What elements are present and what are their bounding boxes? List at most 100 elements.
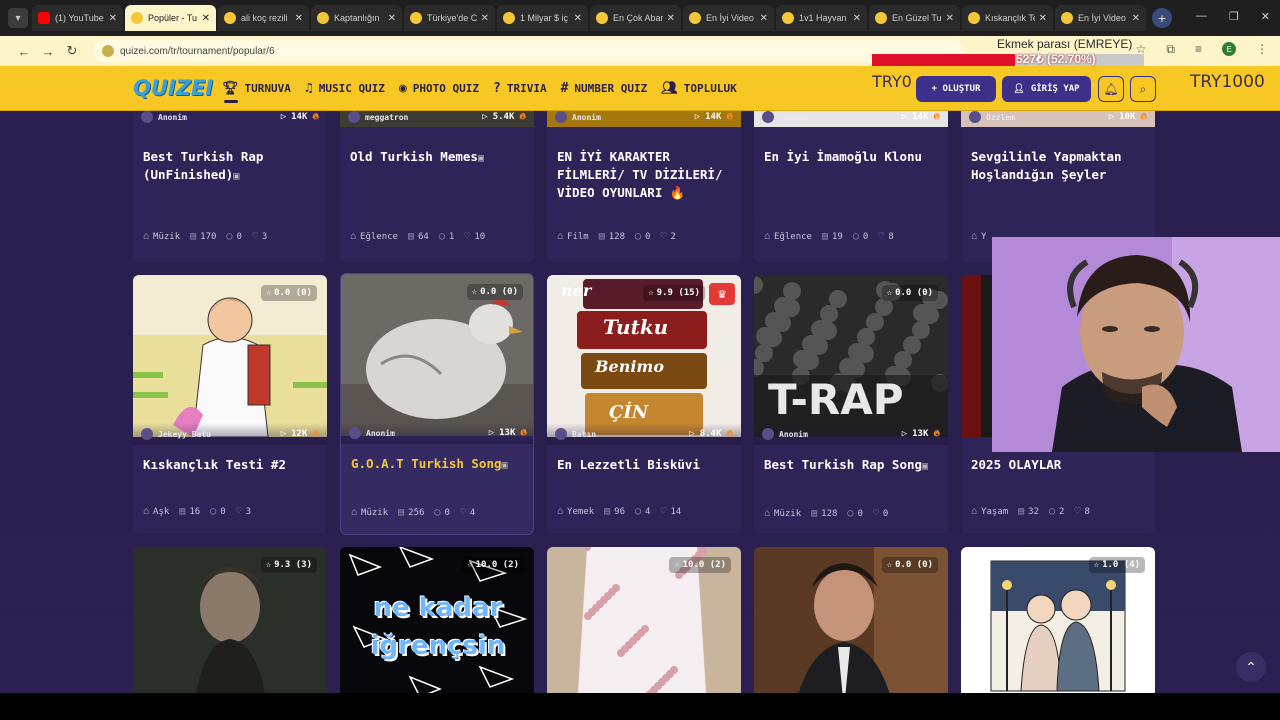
category-tag[interactable]: ⌂ Film: [557, 231, 589, 242]
tab-close-icon[interactable]: ✕: [295, 13, 303, 24]
comment-icon: ◯: [852, 231, 859, 242]
category-tag[interactable]: ⌂ Müzik: [143, 231, 180, 242]
browser-tab[interactable]: En İyi Video ✕: [683, 5, 774, 31]
stat-items-value: 19: [832, 231, 843, 242]
tag-icon: ⌂: [971, 231, 978, 242]
tournament-card[interactable]: ☆ 9.3 (3): [133, 547, 327, 693]
card-author[interactable]: Anonim: [349, 427, 395, 439]
tab-close-icon[interactable]: ✕: [1039, 13, 1047, 24]
tournament-card[interactable]: ☆ 0.0 (0) Jekeyy Batu ▷ 12K 🔥︎ Kıskançlık Test…: [133, 275, 327, 533]
scroll-to-top-button[interactable]: ⌃: [1236, 652, 1266, 682]
tab-close-icon[interactable]: ✕: [202, 13, 210, 24]
browser-tab[interactable]: En Çok Abar ✕: [590, 5, 681, 31]
forward-icon[interactable]: →: [36, 44, 60, 59]
tournament-card[interactable]: ☆ 0.0 (0) Anonim ▷ 13K 🔥︎ G.O.A.T Turkish Song…: [340, 273, 534, 535]
card-title[interactable]: 2025 OLAYLAR: [971, 456, 1147, 474]
tab-close-icon[interactable]: ✕: [1132, 13, 1140, 24]
category-tag[interactable]: ⌂ Yemek: [557, 506, 594, 517]
card-author[interactable]: Anonim: [762, 428, 808, 440]
browser-tab[interactable]: 1 Milyar $ iç ✕: [497, 5, 588, 31]
category-label: Müzik: [361, 507, 389, 518]
tournament-card[interactable]: ☆ 10.0 (2): [547, 547, 741, 693]
browser-tab[interactable]: Türkiye'de C ✕: [404, 5, 495, 31]
category-tag[interactable]: ⌂ Müzik: [351, 507, 388, 518]
card-title[interactable]: Best Turkish Rap (UnFinished) ▣: [143, 148, 319, 186]
card-author[interactable]: Ozzlem: [969, 111, 1015, 123]
browser-tab[interactable]: En Güzel Tu ✕: [869, 5, 960, 31]
card-author[interactable]: Anonim: [762, 111, 808, 123]
card-title[interactable]: EN İYİ KARAKTER FİLMLERİ/ TV DİZİLERİ/ V…: [557, 148, 733, 202]
url-field[interactable]: quizei.com/tr/tournament/popular/6: [94, 40, 964, 62]
tab-close-icon[interactable]: ✕: [946, 13, 954, 24]
browser-tab[interactable]: Kıskançlık Te ✕: [962, 5, 1053, 31]
quizei-logo[interactable]: QUIZEI: [133, 76, 213, 100]
tab-close-icon[interactable]: ✕: [853, 13, 861, 24]
browser-tab[interactable]: (1) YouTube ✕: [32, 5, 123, 31]
tab-close-icon[interactable]: ✕: [109, 13, 117, 24]
tournament-card[interactable]: T-RAP ☆ 0.0 (0) Anonim ▷ 13K 🔥︎ Best Turkish Ra…: [754, 275, 948, 533]
card-title[interactable]: Kıskançlık Testi #2: [143, 456, 319, 474]
browser-tab[interactable]: 1v1 Hayvan ✕: [776, 5, 867, 31]
tournament-card[interactable]: ne kadar iğrençsin ☆ 10.0 (2): [340, 547, 534, 693]
browser-tab[interactable]: Kaptanlığın ✕: [311, 5, 402, 31]
reload-icon[interactable]: ↻: [60, 43, 84, 59]
card-title[interactable]: Sevgilinle Yapmaktan Hoşlandığın Şeyler: [971, 148, 1147, 184]
category-tag[interactable]: ⌂ Yaşam: [971, 506, 1008, 517]
tab-close-icon[interactable]: ✕: [667, 13, 675, 24]
tab-close-icon[interactable]: ✕: [574, 13, 582, 24]
browser-tab[interactable]: En İyi Video ✕: [1055, 5, 1146, 31]
browser-tab[interactable]: Popüler - Tu ✕: [125, 5, 216, 31]
minimize-icon[interactable]: —: [1196, 10, 1207, 23]
card-author[interactable]: Jekeyy Batu: [141, 428, 211, 440]
card-title[interactable]: En Lezzetli Bisküvi: [557, 456, 733, 474]
tab-search-icon[interactable]: ▾: [8, 8, 28, 28]
tournament-card[interactable]: meggatron ▷ 5.4K 🔥︎ Old Turkish Memes ▣ ⌂ Eğle…: [340, 111, 534, 262]
create-button[interactable]: + OLUŞTUR: [916, 76, 996, 102]
login-button[interactable]: 👤︎ GİRİŞ YAP: [1002, 76, 1091, 102]
nav-item-topluluk[interactable]: 👥︎ TOPLULUK: [661, 81, 737, 96]
tournament-card[interactable]: Anonim ▷ 14K 🔥︎ Best Turkish Rap (UnFinished…: [133, 111, 327, 262]
site-info-icon[interactable]: [102, 45, 114, 57]
tournament-card[interactable]: Anonim ▷ 14K 🔥︎ EN İYİ KARAKTER FİLMLERİ/ TV…: [547, 111, 741, 262]
card-author[interactable]: meggatron: [348, 111, 408, 123]
tab-close-icon[interactable]: ✕: [481, 13, 489, 24]
media-icon[interactable]: ≡: [1195, 42, 1202, 57]
back-icon[interactable]: ←: [12, 44, 36, 59]
quizei-icon: [1061, 12, 1073, 24]
card-author[interactable]: Batın: [555, 428, 596, 440]
nav-item-music-quiz[interactable]: ♫ MUSIC QUIZ: [305, 81, 385, 96]
tab-close-icon[interactable]: ✕: [388, 13, 396, 24]
card-title[interactable]: En İyi İmamoğlu Klonu: [764, 148, 940, 166]
tournament-card[interactable]: ☆ 0.0 (0): [754, 547, 948, 693]
nav-item-trivia[interactable]: ? TRIVIA: [493, 81, 547, 96]
search-icon[interactable]: ⌕: [1130, 76, 1156, 102]
browser-tab[interactable]: ali koç rezili ✕: [218, 5, 309, 31]
tournament-card[interactable]: ☆ 1.0 (4): [961, 547, 1155, 693]
rating-badge: ☆ 0.0 (0): [881, 285, 938, 301]
close-window-icon[interactable]: ✕: [1261, 10, 1270, 23]
card-title[interactable]: Best Turkish Rap Song ▣: [764, 456, 940, 476]
tournament-card[interactable]: Anonim ▷ 14K 🔥︎ En İyi İmamoğlu Klonu ⌂ Eğlenc…: [754, 111, 948, 262]
card-title[interactable]: Old Turkish Memes ▣: [350, 148, 526, 168]
profile-avatar[interactable]: E: [1222, 42, 1236, 56]
nav-item-turnuva[interactable]: 🏆︎ TURNUVA: [222, 81, 291, 96]
category-tag[interactable]: ⌂ Eğlence: [350, 231, 398, 242]
tab-close-icon[interactable]: ✕: [760, 13, 768, 24]
new-tab-button[interactable]: +: [1152, 8, 1172, 28]
category-tag[interactable]: ⌂ Aşk: [143, 506, 169, 517]
category-tag[interactable]: ⌂ Eğlence: [764, 231, 812, 242]
restore-icon[interactable]: ❐: [1229, 10, 1239, 23]
tournament-card[interactable]: ner Tutku Benimo ÇİN ☆ 9.9 (15) ♛ Batın ▷ 8.4K 🔥︎ E…: [547, 275, 741, 533]
comment-icon: ◯: [434, 507, 441, 518]
nav-item-photo-quiz[interactable]: ◉ PHOTO QUIZ: [399, 81, 479, 96]
card-title[interactable]: G.O.A.T Turkish Song ▣: [351, 455, 527, 475]
browser-menu-icon[interactable]: ⋮: [1256, 42, 1268, 57]
extensions-icon[interactable]: ⧉: [1166, 42, 1175, 57]
notification-bell-icon[interactable]: 🔔︎: [1098, 76, 1124, 102]
hash-icon: #: [560, 81, 569, 96]
category-tag[interactable]: ⌂ Müzik: [764, 508, 801, 519]
category-tag[interactable]: ⌂ Y: [971, 231, 986, 242]
card-author[interactable]: Anonim: [555, 111, 601, 123]
card-author[interactable]: Anonim: [141, 111, 187, 123]
nav-item-number-quiz[interactable]: # NUMBER QUIZ: [561, 81, 648, 96]
